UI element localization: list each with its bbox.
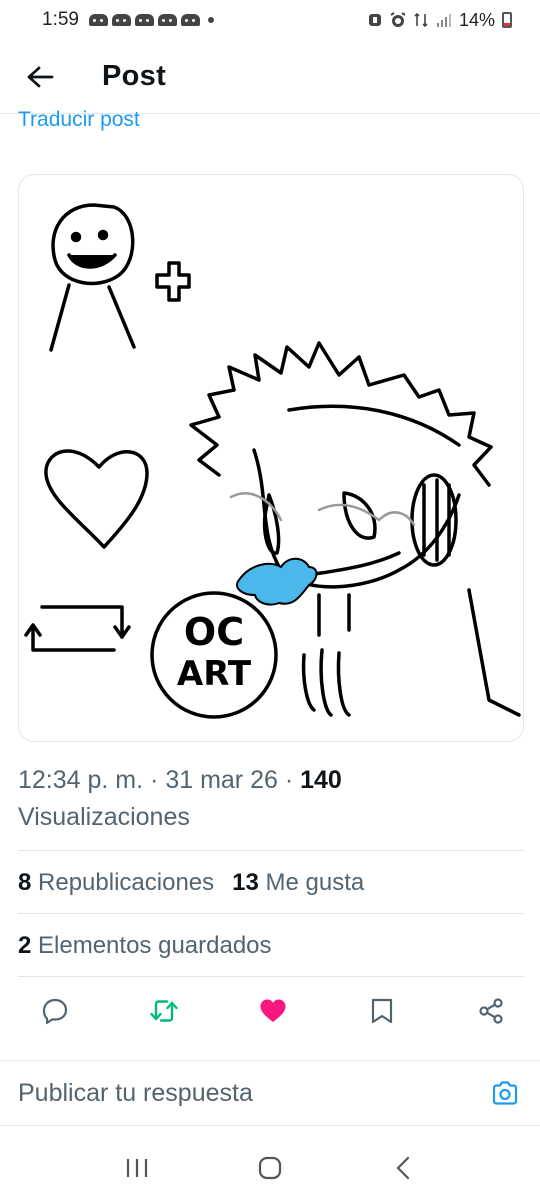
status-time: 1:59 xyxy=(42,9,79,30)
system-navigation-bar xyxy=(0,1135,540,1200)
divider xyxy=(18,850,524,851)
stick-person-eye xyxy=(97,229,109,241)
repost-button[interactable] xyxy=(147,994,181,1028)
headphones-band xyxy=(287,404,461,447)
repost-shape xyxy=(24,605,131,652)
more-notifications-icon xyxy=(207,17,214,23)
page-title: Post xyxy=(102,60,167,92)
data-transfer-icon xyxy=(414,12,428,28)
heart-shape xyxy=(44,449,149,549)
share-button[interactable] xyxy=(474,994,508,1028)
status-bar: 1:59 14% xyxy=(0,0,540,40)
engagement-stats: 8 Republicaciones 13 Me gusta xyxy=(18,852,524,914)
share-icon xyxy=(479,998,503,1024)
likes-stat[interactable]: 13 Me gusta xyxy=(232,869,364,897)
post-image[interactable]: OC ART xyxy=(18,174,524,742)
translate-post-link[interactable]: Traducir post xyxy=(18,108,140,132)
chevron-left-icon xyxy=(397,1156,410,1179)
oc-art-text-bottom: ART xyxy=(177,654,252,694)
meta-separator: · xyxy=(150,766,166,794)
bookmarks-stats: 2 Elementos guardados xyxy=(18,915,524,977)
reply-icon xyxy=(42,998,68,1025)
drawing-image: OC ART xyxy=(24,203,521,719)
stick-person-body xyxy=(49,283,136,352)
system-back-button[interactable] xyxy=(383,1148,423,1188)
battery-icon xyxy=(502,12,512,28)
arrow-left-icon xyxy=(27,66,54,87)
battery-percentage: 14% xyxy=(458,9,495,30)
character-neck xyxy=(317,588,521,717)
bookmark-button[interactable] xyxy=(365,994,399,1028)
divider xyxy=(18,913,524,914)
oc-art-text-top: OC xyxy=(184,610,244,654)
likes-count: 13 xyxy=(232,869,259,896)
stick-person-head xyxy=(51,203,135,286)
plus-shape xyxy=(155,261,191,302)
bookmarks-label: Elementos guardados xyxy=(38,932,272,959)
top-app-bar: Post xyxy=(0,40,540,114)
home-button[interactable] xyxy=(250,1148,290,1188)
character-mouth xyxy=(307,551,401,577)
nfc-icon xyxy=(368,14,381,26)
like-button[interactable] xyxy=(256,994,290,1028)
discord-icon xyxy=(88,14,108,26)
alarm-icon xyxy=(390,12,406,27)
action-bar xyxy=(18,978,524,1044)
meta-separator: · xyxy=(284,766,301,794)
reply-input[interactable]: Publicar tu respuesta xyxy=(18,1079,488,1108)
reposts-label: Republicaciones xyxy=(38,869,215,896)
character-hand xyxy=(301,648,351,717)
reply-composer[interactable]: Publicar tu respuesta xyxy=(0,1060,540,1126)
recent-apps-button[interactable] xyxy=(117,1148,157,1188)
character-glasses xyxy=(229,492,416,527)
views-count: 140 xyxy=(300,766,342,794)
drool-shape xyxy=(236,557,318,606)
discord-icon xyxy=(111,14,131,26)
repost-icon xyxy=(150,1000,178,1022)
likes-label: Me gusta xyxy=(265,869,365,896)
post-meta: 12:34 p. m. · 31 mar 26 · 140 Visualizac… xyxy=(18,762,524,836)
discord-icon xyxy=(134,14,154,26)
stick-person-eye xyxy=(70,231,82,243)
notification-icons xyxy=(88,14,214,26)
home-icon xyxy=(258,1156,282,1179)
views-label[interactable]: Visualizaciones xyxy=(18,803,190,831)
recent-apps-icon xyxy=(126,1158,147,1177)
back-button[interactable] xyxy=(10,47,70,107)
reposts-stat[interactable]: 8 Republicaciones xyxy=(18,869,214,897)
reply-button[interactable] xyxy=(38,994,72,1028)
camera-button[interactable] xyxy=(488,1076,522,1110)
divider xyxy=(18,976,524,977)
status-right: 14% xyxy=(367,10,512,31)
bookmarks-count: 2 xyxy=(18,932,32,959)
bookmarks-stat[interactable]: 2 Elementos guardados xyxy=(18,932,272,960)
bookmark-icon xyxy=(371,998,393,1024)
character-hair xyxy=(189,341,493,487)
reposts-count: 8 xyxy=(18,869,32,896)
post-time: 12:34 p. m. xyxy=(18,766,144,794)
like-icon xyxy=(260,999,286,1022)
camera-icon xyxy=(492,1081,518,1105)
signal-icon xyxy=(436,14,451,27)
post-date: 31 mar 26 xyxy=(165,766,278,794)
stick-person-smile xyxy=(67,253,117,269)
discord-icon xyxy=(157,14,177,26)
discord-icon xyxy=(180,14,200,26)
